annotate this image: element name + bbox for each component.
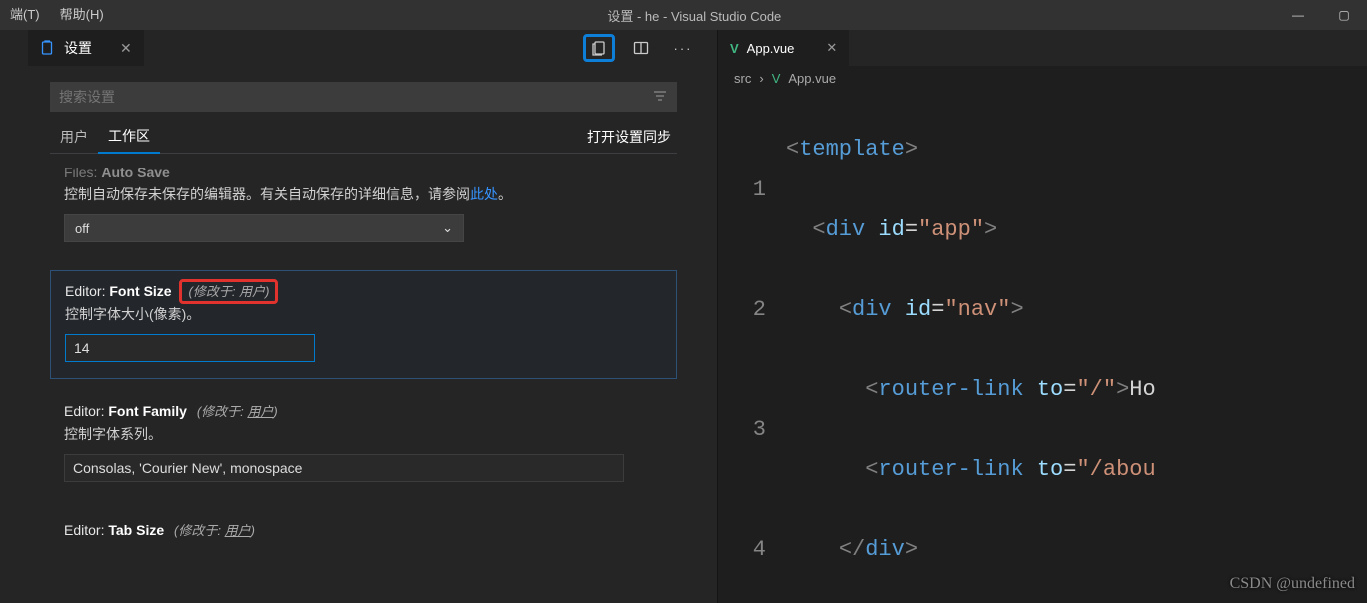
- close-icon[interactable]: ✕: [120, 40, 132, 57]
- file-icon: [591, 40, 607, 56]
- titlebar: 端(T) 帮助(H) 设置 - he - Visual Studio Code …: [0, 0, 1367, 30]
- select-value: off: [75, 221, 89, 236]
- setting-fontfamily-input[interactable]: Consolas, 'Courier New', monospace: [64, 454, 624, 482]
- fontfamily-value: Consolas, 'Courier New', monospace: [73, 460, 302, 476]
- watermark: CSDN @undefined: [1230, 575, 1355, 593]
- chevron-down-icon: ⌄: [442, 220, 453, 236]
- search-input[interactable]: [59, 89, 652, 105]
- filter-icon[interactable]: [652, 88, 668, 107]
- setting-title-text: Font Family: [108, 403, 187, 419]
- setting-editor-font-size[interactable]: Editor: Font Size (修改于: 用户) 控制字体大小(像素)。: [50, 270, 677, 379]
- setting-desc-fontfamily: 控制字体系列。: [64, 424, 663, 444]
- setting-editor-tab-size: Editor: Tab Size (修改于: 用户): [50, 510, 677, 539]
- split-icon: [633, 40, 649, 56]
- settings-page-icon: [40, 40, 56, 56]
- tab-workspace[interactable]: 工作区: [98, 120, 160, 154]
- code-lines[interactable]: <template> <div id="app"> <div id="nav">…: [786, 90, 1367, 603]
- open-settings-sync-button[interactable]: 打开设置同步: [581, 125, 677, 149]
- editor-code-area[interactable]: 1 2 3 4 5 6 7 8 9 10 11 12 13 <template>…: [718, 90, 1367, 603]
- override-indicator-fontfamily: (修改于: 用户): [197, 404, 278, 419]
- setting-title-text: Tab Size: [108, 522, 164, 538]
- search-settings-input[interactable]: [50, 82, 677, 112]
- tab-settings[interactable]: 设置 ✕: [28, 30, 144, 66]
- breadcrumb-src[interactable]: src: [734, 71, 751, 86]
- maximize-window-button[interactable]: ▢: [1321, 8, 1367, 22]
- menu-terminal[interactable]: 端(T): [0, 0, 50, 30]
- ellipsis-icon: ···: [674, 41, 693, 56]
- setting-autosave-select[interactable]: off ⌄: [64, 214, 464, 242]
- setting-prefix: Editor:: [64, 522, 104, 538]
- open-settings-json-button[interactable]: [583, 34, 615, 62]
- close-icon[interactable]: ✕: [826, 40, 837, 56]
- setting-files-autosave: Files: Auto Save 控制自动保存未保存的编辑器。有关自动保存的详细…: [50, 168, 677, 258]
- fontsize-field[interactable]: [74, 340, 306, 356]
- setting-desc-fontsize: 控制字体大小(像素)。: [65, 304, 662, 324]
- setting-prefix: Editor:: [64, 403, 104, 419]
- breadcrumb[interactable]: src › V App.vue: [718, 66, 1367, 90]
- tab-app-vue[interactable]: V App.vue ✕: [718, 30, 849, 66]
- tab-settings-label: 设置: [64, 38, 92, 58]
- more-actions-button[interactable]: ···: [667, 34, 699, 62]
- split-editor-button[interactable]: [625, 34, 657, 62]
- setting-editor-font-family: Editor: Font Family (修改于: 用户) 控制字体系列。 Co…: [50, 391, 677, 498]
- setting-prefix: Editor:: [65, 283, 105, 299]
- line-gutter: 1 2 3 4 5 6 7 8 9 10 11 12 13: [718, 90, 786, 603]
- tab-row-right: V App.vue ✕: [718, 30, 1367, 66]
- tab-file-label: App.vue: [747, 41, 795, 56]
- override-badge-fontsize: (修改于: 用户): [179, 279, 278, 304]
- link-autosave-docs[interactable]: 此处: [470, 186, 498, 202]
- tab-user[interactable]: 用户: [50, 120, 98, 154]
- setting-fontsize-input[interactable]: [65, 334, 315, 362]
- activity-bar-edge: [0, 30, 10, 603]
- minimize-window-button[interactable]: —: [1275, 8, 1321, 22]
- tab-row-left: 设置 ✕ ···: [10, 30, 717, 66]
- settings-editor-pane: 设置 ✕ ···: [10, 30, 718, 603]
- chevron-right-icon: ›: [759, 71, 763, 86]
- setting-desc-autosave: 控制自动保存未保存的编辑器。有关自动保存的详细信息，请参阅此处。: [64, 184, 663, 204]
- vue-icon: V: [730, 41, 739, 56]
- breadcrumb-file[interactable]: App.vue: [788, 71, 836, 86]
- setting-title-text: Font Size: [109, 283, 171, 299]
- override-indicator-tabsize: (修改于: 用户): [174, 523, 255, 538]
- setting-prefix: Files:: [64, 168, 97, 180]
- setting-title-text: Auto Save: [101, 168, 169, 180]
- code-editor-pane: V App.vue ✕ src › V App.vue 1 2 3 4 5 6 …: [718, 30, 1367, 603]
- vue-icon: V: [772, 71, 781, 86]
- settings-scope-tabs: 用户 工作区 打开设置同步: [50, 120, 677, 154]
- menu-help[interactable]: 帮助(H): [50, 0, 114, 30]
- window-title: 设置 - he - Visual Studio Code: [114, 6, 1275, 25]
